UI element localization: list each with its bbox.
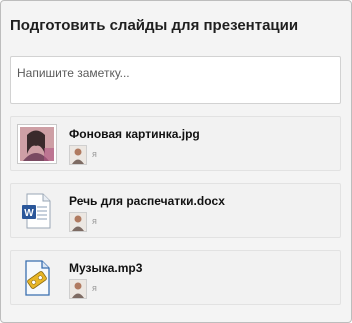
avatar-icon — [69, 145, 87, 165]
svg-text:W: W — [24, 208, 34, 219]
attachment-card[interactable]: Музыка.mp3 я — [10, 250, 341, 305]
word-document-icon: W — [17, 191, 57, 231]
attachment-owner: я — [92, 216, 97, 226]
attachment-name[interactable]: Фоновая картинка.jpg — [69, 127, 200, 141]
note-input[interactable] — [17, 66, 317, 80]
task-panel: Подготовить слайды для презентации Фонов… — [0, 0, 352, 323]
avatar-icon — [69, 279, 87, 299]
attachment-name[interactable]: Музыка.mp3 — [69, 261, 142, 275]
task-title: Подготовить слайды для презентации — [10, 17, 299, 34]
attachment-owner: я — [92, 283, 97, 293]
attachment-owner: я — [92, 149, 97, 159]
attachment-card[interactable]: W Речь для распечатки.docx я — [10, 183, 341, 238]
audio-file-icon — [17, 258, 57, 298]
note-field[interactable] — [10, 56, 341, 104]
image-thumbnail-icon — [17, 124, 57, 164]
avatar-icon — [69, 212, 87, 232]
attachment-name[interactable]: Речь для распечатки.docx — [69, 194, 225, 208]
attachment-card[interactable]: Фоновая картинка.jpg я — [10, 116, 341, 171]
